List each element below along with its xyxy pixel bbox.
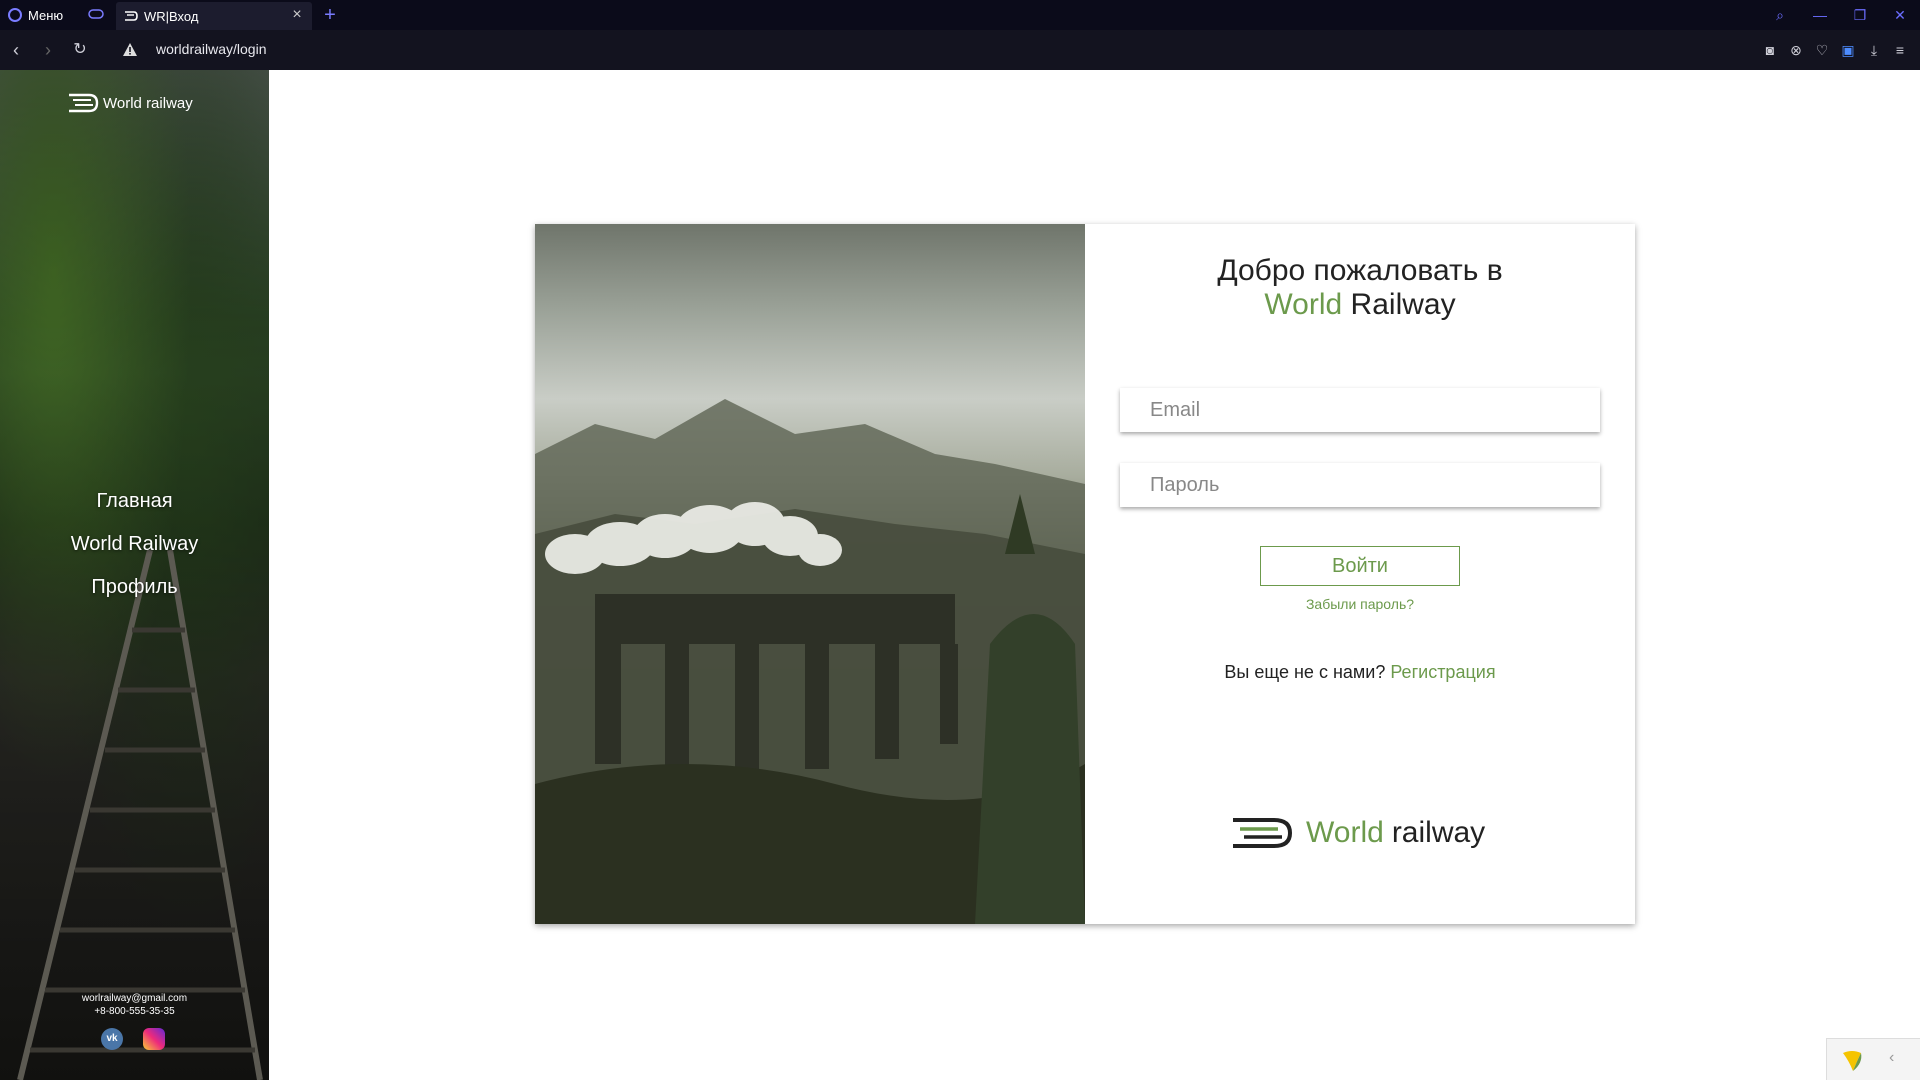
email-field[interactable] [1120,388,1600,432]
register-prompt-text: Вы еще не с нами? [1224,662,1391,682]
vk-icon[interactable]: vk [101,1028,123,1050]
nav-link-profile[interactable]: Профиль [0,576,269,599]
instagram-icon[interactable] [143,1028,165,1050]
welcome-heading: Добро пожаловать в World Railway [1085,254,1635,322]
translate-icon[interactable]: ▣ [1840,42,1856,58]
nav-link-world-railway[interactable]: World Railway [0,533,269,556]
opera-logo-icon [8,8,22,22]
sidebar: World railway Главная World Railway Проф… [0,70,269,1080]
close-window-icon[interactable]: ✕ [1880,7,1920,24]
search-icon[interactable]: ⌕ [1760,7,1800,24]
tab-favicon-icon [125,11,138,21]
brand-logo: World railway [1230,816,1485,850]
address-bar: ‹ › ↻ worldrailway/login ◙ ⊗ ♡ ▣ ⤓ ≡ [0,30,1920,70]
steam-train-viaduct-photo [535,224,1085,924]
login-card: Добро пожаловать в World Railway Войти З… [535,224,1635,924]
browser-menu-label: Меню [28,7,64,23]
nav-link-home[interactable]: Главная [0,490,269,513]
brand-world: World [1306,816,1384,849]
warning-icon[interactable] [122,42,138,58]
welcome-railway: Railway [1342,288,1456,321]
gamepad-icon[interactable] [88,8,104,20]
adblock-icon[interactable]: ⊗ [1788,42,1804,58]
train-logo-icon [1233,818,1293,848]
forward-icon[interactable]: › [38,40,58,60]
new-tab-button[interactable]: + [320,4,340,26]
restore-icon[interactable]: ❐ [1840,7,1880,24]
browser-menu-button[interactable]: Меню [8,0,63,30]
sidebar-logo-text: World railway [103,94,193,112]
url-field[interactable]: worldrailway/login [156,41,267,57]
contact-email[interactable]: worlrailway@gmail.com [0,992,269,1005]
reload-icon[interactable]: ↻ [70,40,90,60]
camera-icon[interactable]: ◙ [1762,42,1778,58]
corner-widget: ‹ [1826,1038,1920,1080]
download-icon[interactable]: ⤓ [1866,42,1882,58]
register-prompt: Вы еще не с нами? Регистрация [1085,662,1635,683]
window-controls: ⌕ — ❐ ✕ [1760,0,1920,30]
tab-close-icon[interactable]: × [290,7,304,23]
browser-tab-active[interactable]: WR|Вход × [116,2,312,30]
sidebar-nav: Главная World Railway Профиль [0,490,269,619]
welcome-line-2: World Railway [1085,288,1635,322]
back-icon[interactable]: ‹ [6,40,26,60]
tab-title: WR|Вход [144,8,199,24]
contact-phone: +8-800-555-35-35 [94,1006,175,1017]
brand-railway: railway [1391,816,1486,849]
train-logo-icon [69,93,99,113]
social-links: vk [101,1028,165,1050]
contacts: worlrailway@gmail.com +8-800-555-35-35 [0,992,269,1018]
login-button[interactable]: Войти [1260,546,1460,586]
heart-icon[interactable]: ♡ [1814,42,1830,58]
yandex-browser-icon[interactable] [1839,1047,1865,1073]
sidebar-logo[interactable]: World railway [67,92,193,114]
minimize-icon[interactable]: — [1800,7,1840,23]
easy-setup-icon[interactable]: ≡ [1892,42,1908,58]
collapse-arrow-icon[interactable]: ‹ [1889,1049,1894,1067]
register-link[interactable]: Регистрация [1390,662,1495,682]
welcome-world: World [1264,288,1343,321]
welcome-line-1: Добро пожаловать в [1217,254,1503,287]
browser-tab-bar: Меню WR|Вход × + ⌕ — ❐ ✕ [0,0,1920,30]
password-field[interactable] [1120,463,1600,507]
forgot-password-link[interactable]: Забыли пароль? [1085,596,1635,612]
login-form: Добро пожаловать в World Railway Войти З… [1085,224,1635,924]
